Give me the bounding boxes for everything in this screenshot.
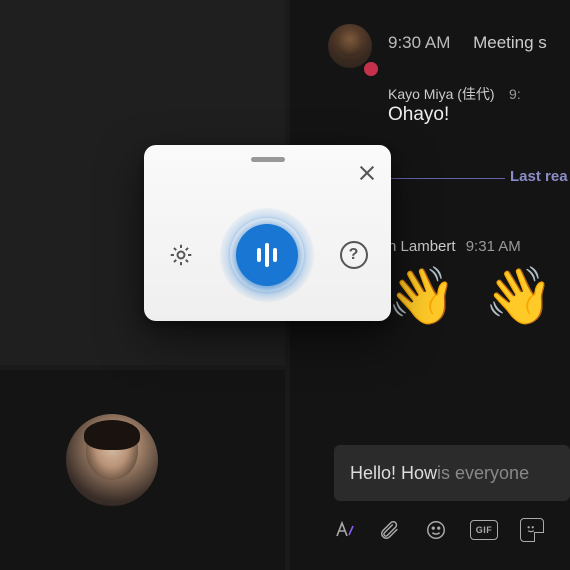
message-time: 9:	[509, 86, 521, 102]
voice-control-popup: ?	[144, 145, 391, 321]
presence-busy-icon	[362, 60, 380, 78]
drag-handle[interactable]	[251, 157, 285, 162]
compose-input[interactable]: Hello! How is everyone	[334, 445, 570, 501]
compose-toolbar: GIF	[332, 518, 544, 542]
last-read-divider	[385, 178, 505, 179]
message-emoji: 👋 👋	[387, 263, 560, 329]
sender-name: Kayo Miya (佳代)	[388, 86, 495, 102]
compose-typed-text: Hello! How	[350, 463, 437, 484]
last-read-label: Last rea	[510, 168, 568, 185]
help-icon[interactable]: ?	[340, 241, 368, 269]
gif-icon[interactable]: GIF	[470, 520, 498, 540]
compose-placeholder-rest: is everyone	[437, 463, 529, 484]
message-header: n Lambert 9:31 AM	[388, 238, 521, 255]
message-time: 9:31 AM	[466, 238, 521, 255]
attach-icon[interactable]	[378, 518, 402, 542]
header-time: 9:30 AM	[388, 33, 450, 52]
message-text: Ohayo!	[388, 104, 449, 126]
close-icon[interactable]	[357, 163, 377, 183]
gear-icon[interactable]	[168, 242, 194, 268]
voice-mic-button[interactable]	[224, 212, 310, 298]
chat-header: 9:30 AM Meeting s	[388, 33, 547, 53]
avatar[interactable]	[66, 414, 158, 506]
emoji-icon[interactable]	[424, 518, 448, 542]
format-icon[interactable]	[332, 518, 356, 542]
header-title: Meeting s	[473, 33, 547, 52]
message-header: Kayo Miya (佳代) 9:	[388, 84, 521, 104]
sticker-icon[interactable]	[520, 518, 544, 542]
sender-name: n Lambert	[388, 238, 456, 255]
